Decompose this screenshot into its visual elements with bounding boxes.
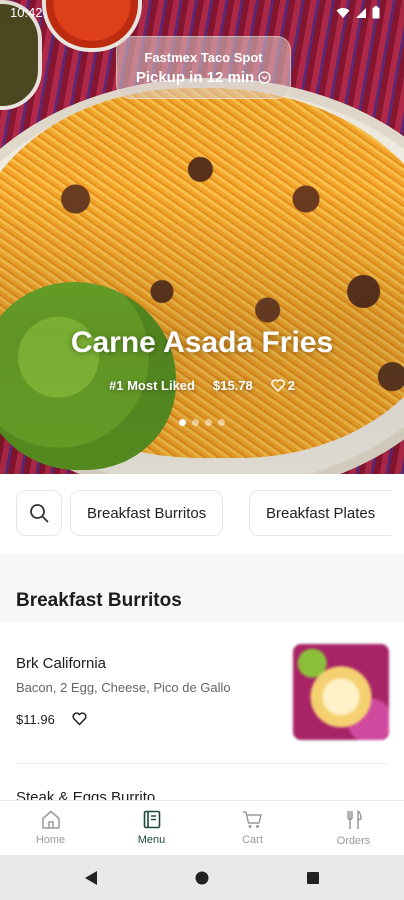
carousel-dot[interactable] [192, 419, 199, 426]
menu-item-image [293, 644, 389, 740]
nav-cart[interactable]: Cart [202, 801, 303, 855]
status-bar: 10:42 [0, 0, 404, 26]
menu-item-name: Brk California [16, 655, 107, 672]
back-icon[interactable] [84, 870, 98, 886]
home-circle-icon[interactable] [194, 870, 210, 886]
signal-icon [356, 7, 366, 18]
pickup-time: Pickup in 12 min [135, 69, 255, 86]
carousel-indicator [0, 419, 404, 426]
search-button[interactable] [16, 490, 62, 536]
store-name: Fastmex Taco Spot [144, 50, 263, 65]
carousel-dot[interactable] [205, 419, 212, 426]
featured-dish-price: $15.78 [212, 378, 253, 393]
wifi-icon [336, 7, 350, 18]
search-icon [30, 504, 49, 523]
menu-item-list: Brk California Bacon, 2 Egg, Cheese, Pic… [0, 622, 404, 802]
like-count-value: 2 [287, 378, 295, 393]
section-title: Breakfast Burritos [16, 590, 182, 611]
nav-orders[interactable]: Orders [303, 801, 404, 855]
category-bar: Breakfast Burritos Breakfast Plates [0, 474, 404, 554]
chevron-circle-icon [258, 71, 271, 84]
recents-icon[interactable] [306, 871, 320, 885]
status-time: 10:42 [10, 5, 43, 20]
featured-dish-meta: #1 Most Liked $15.78 2 [0, 378, 404, 393]
category-chip-breakfast-burritos[interactable]: Breakfast Burritos [70, 490, 224, 536]
cart-icon [243, 811, 262, 828]
favorite-heart-icon[interactable] [72, 712, 87, 726]
nav-menu[interactable]: Menu [101, 801, 202, 855]
nav-home[interactable]: Home [0, 801, 101, 855]
bottom-navigation: Home Menu Cart Orders [0, 800, 404, 855]
divider [16, 763, 388, 764]
most-liked-badge: #1 Most Liked [109, 378, 195, 393]
nav-home-label: Home [35, 834, 66, 846]
nav-orders-label: Orders [336, 835, 371, 847]
category-chip-breakfast-plates[interactable]: Breakfast Plates [249, 490, 392, 536]
nav-cart-label: Cart [242, 834, 263, 846]
system-navigation-bar [0, 855, 404, 900]
heart-icon [270, 379, 285, 392]
menu-book-icon [143, 810, 160, 829]
utensils-icon [346, 810, 362, 829]
like-count[interactable]: 2 [270, 378, 295, 393]
home-icon [41, 810, 60, 829]
nav-menu-label: Menu [137, 834, 166, 846]
store-pickup-pill[interactable]: Fastmex Taco Spot Pickup in 12 min [116, 36, 291, 99]
carousel-dot[interactable] [179, 419, 186, 426]
carousel-dot[interactable] [218, 419, 225, 426]
battery-icon [372, 6, 380, 19]
menu-item-description: Bacon, 2 Egg, Cheese, Pico de Gallo [16, 680, 231, 695]
featured-dish-title: Carne Asada Fries [70, 326, 334, 359]
hero-banner[interactable]: 10:42 Fastmex Taco Spot Pickup in 12 min… [0, 0, 404, 474]
menu-item-price: $11.96 [16, 712, 55, 727]
